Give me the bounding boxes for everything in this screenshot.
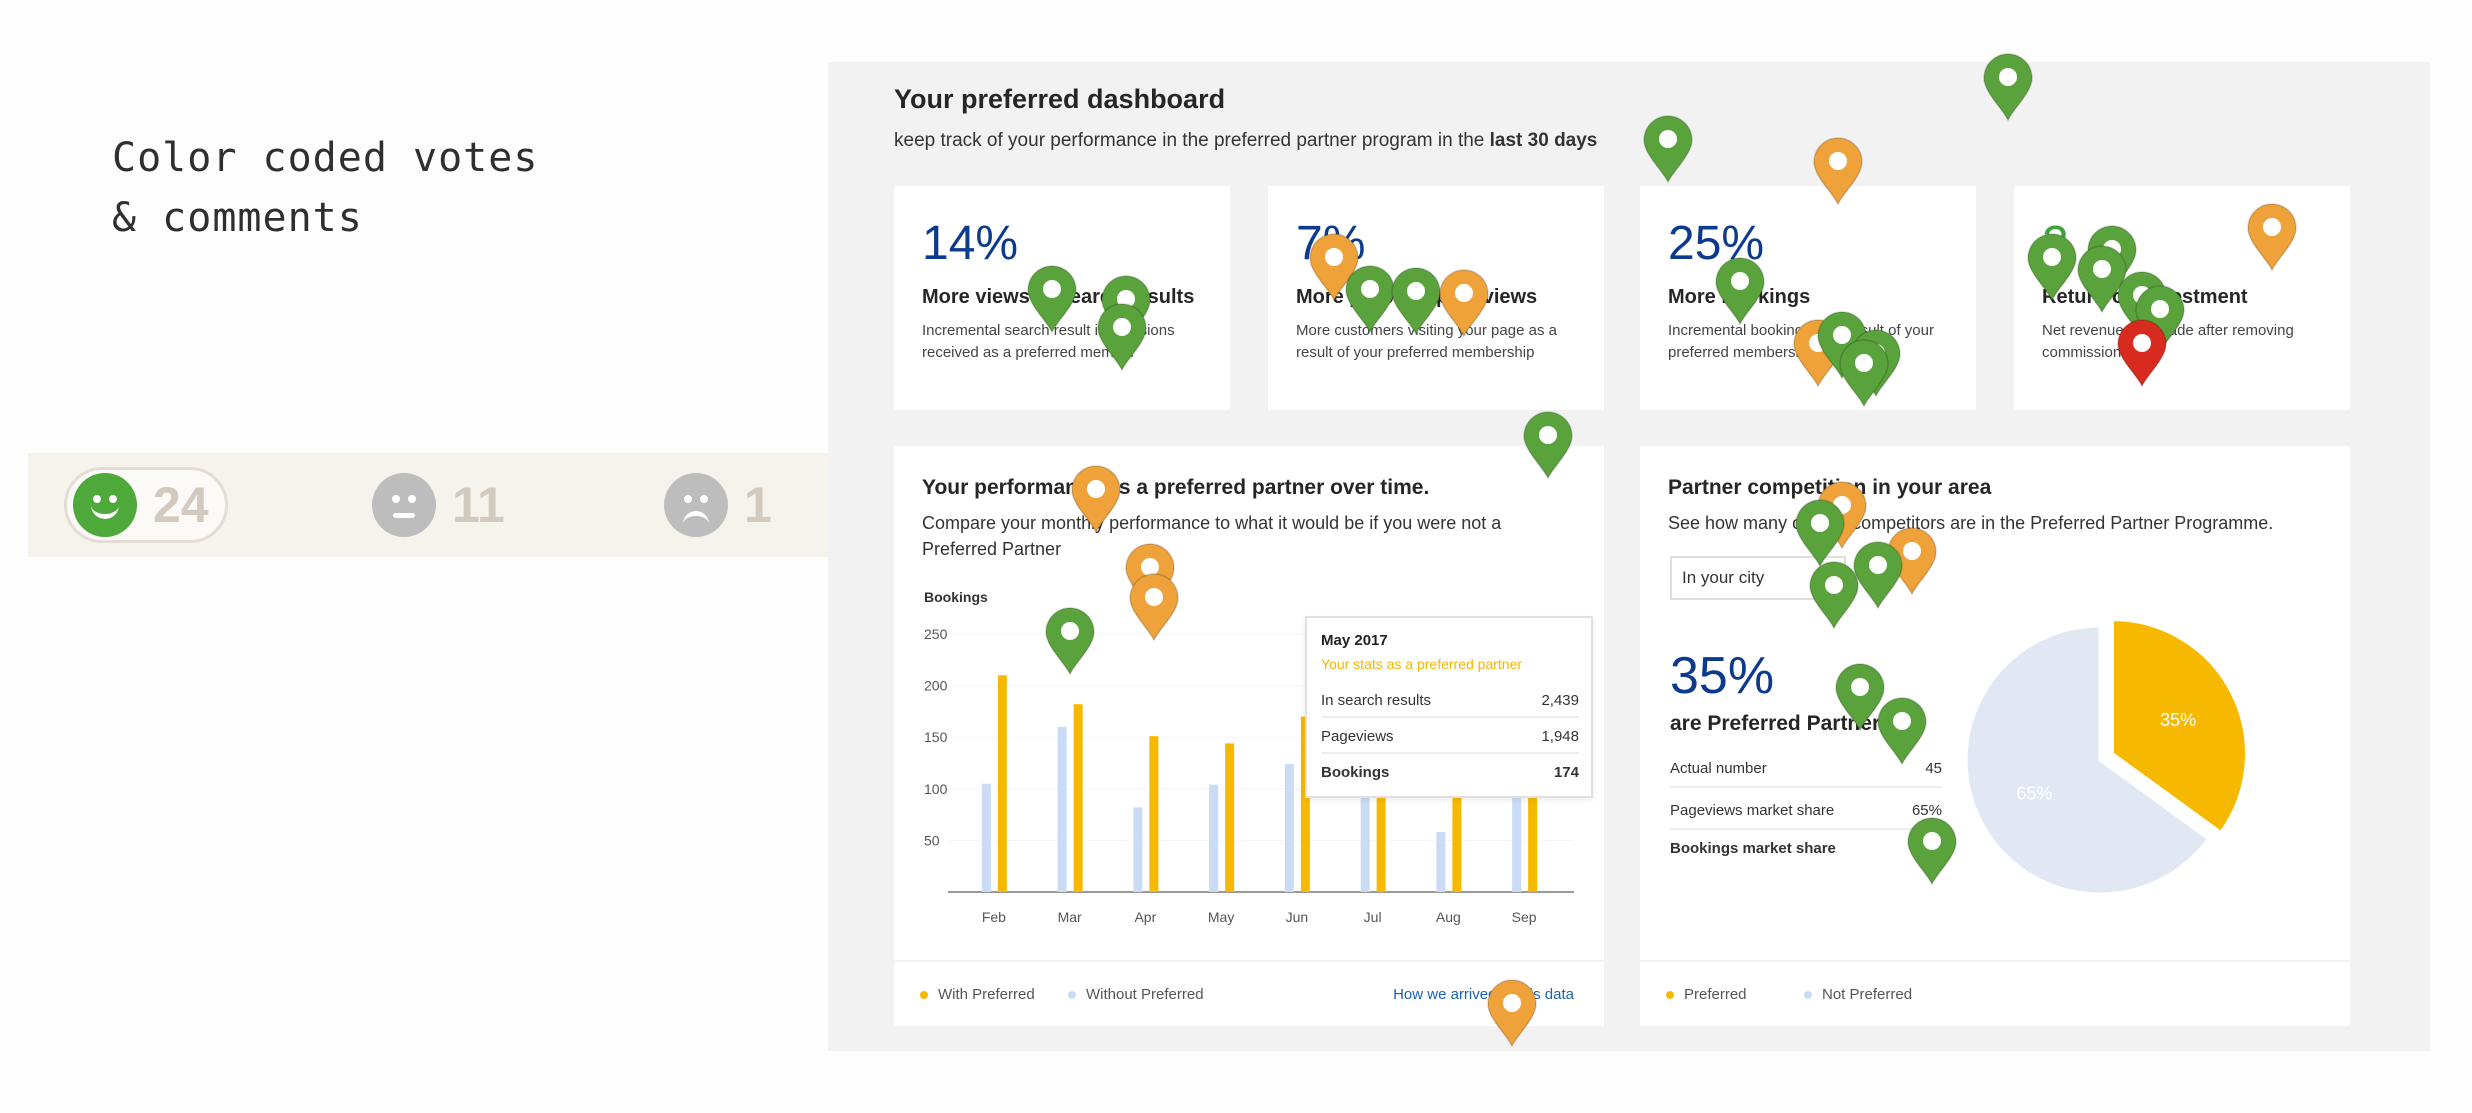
- legend-label: Preferred: [1684, 986, 1747, 1003]
- legend-label: Without Preferred: [1086, 986, 1204, 1003]
- y-tick-label: 250: [924, 626, 948, 642]
- tooltip-row: In search results 2,439: [1321, 682, 1579, 718]
- kpi-description: More customers visiting your page as a r…: [1296, 322, 1557, 361]
- bar-with-preferred[interactable]: [1225, 743, 1235, 892]
- kpi-label: More bookings: [1668, 286, 1811, 308]
- bar-without-preferred[interactable]: [1133, 807, 1143, 892]
- page-heading: Color coded votes & comments: [112, 128, 538, 248]
- legend-dot-icon: [1804, 991, 1812, 1000]
- legend-without-preferred: Without Preferred: [1068, 986, 1204, 1003]
- kpi-description: Incremental search result impressions re…: [922, 322, 1175, 361]
- x-tick-label: Feb: [982, 909, 1006, 925]
- pie-slice-label: 65%: [2016, 783, 2052, 803]
- x-tick-label: Jul: [1364, 909, 1382, 925]
- dashboard-subtitle: keep track of your performance in the pr…: [894, 130, 1597, 152]
- tooltip-row-value: 1,948: [1541, 728, 1579, 745]
- tooltip-row-label: In search results: [1321, 692, 1432, 709]
- tooltip-header: May 2017: [1321, 632, 1388, 649]
- heading-line-2: & comments: [112, 195, 363, 241]
- kpi-description: Incremental bookings as a result of your…: [1668, 322, 1934, 361]
- tooltip-row-label: Bookings: [1321, 764, 1390, 781]
- vote-happy-count: 24: [153, 477, 209, 533]
- kpi-value: 25%: [1668, 217, 1765, 270]
- y-tick-label: 50: [924, 832, 940, 848]
- bar-without-preferred[interactable]: [981, 783, 991, 892]
- y-tick-label: 100: [924, 781, 948, 797]
- legend-label: With Preferred: [938, 986, 1035, 1003]
- legend-dot-icon: [1666, 991, 1674, 1000]
- preferred-pie-chart: 65% 35%: [1964, 618, 2248, 896]
- smile-face-icon: [73, 473, 137, 537]
- vote-sad-button[interactable]: 1: [664, 467, 772, 543]
- x-tick-label: May: [1208, 909, 1234, 925]
- kpi-label: More property pageviews: [1296, 286, 1538, 308]
- kpi-card-pageviews: 7% More property pageviews More customer…: [1268, 186, 1604, 410]
- tooltip-row: Bookings 174: [1321, 754, 1579, 790]
- x-tick-label: Jun: [1286, 909, 1309, 925]
- pie-slice-label: 35%: [2160, 710, 2196, 730]
- tooltip-subheader: Your stats as a preferred partner: [1321, 656, 1523, 672]
- tooltip-row-value: 2,439: [1541, 692, 1579, 709]
- bar-without-preferred[interactable]: [1057, 726, 1067, 892]
- tooltip-row-value: 174: [1553, 764, 1579, 781]
- dashboard-subtitle-period: last 30 days: [1489, 130, 1598, 151]
- tooltip-row: Pageviews 1,948: [1321, 718, 1579, 754]
- kpi-value: 7%: [1296, 217, 1366, 270]
- competition-legend: Preferred Not Preferred: [1640, 960, 2350, 1026]
- x-tick-label: Aug: [1436, 909, 1461, 925]
- legend-label: Not Preferred: [1822, 986, 1913, 1003]
- neutral-face-icon: [372, 473, 436, 537]
- x-tick-label: Mar: [1058, 909, 1082, 925]
- dashboard-screenshot: Your preferred dashboard keep track of y…: [828, 62, 2430, 1051]
- vote-neutral-count: 11: [452, 477, 505, 533]
- dashboard-subtitle-text: keep track of your performance in the pr…: [894, 130, 1490, 151]
- performance-legend: With Preferred Without Preferred How we …: [894, 960, 1604, 1026]
- bar-without-preferred[interactable]: [1209, 784, 1219, 892]
- bar-without-preferred[interactable]: [1284, 764, 1294, 892]
- chart-tooltip: May 2017 Your stats as a preferred partn…: [1305, 616, 1593, 798]
- kpi-description: Net revenue you made after removing comm…: [2042, 322, 2294, 361]
- kpi-label: More views in search results: [922, 286, 1195, 308]
- kpi-card-bookings: 25% More bookings Incremental bookings a…: [1640, 186, 1976, 410]
- y-tick-label: 150: [924, 729, 948, 745]
- performance-card: Your performance as a preferred partner …: [894, 446, 1604, 1026]
- kpi-card-roi: 2 Return on investment Net revenue you m…: [2014, 186, 2350, 410]
- kpi-label: Return on investment: [2042, 286, 2248, 308]
- legend-not-preferred: Not Preferred: [1804, 986, 1912, 1003]
- heading-line-1: Color coded votes: [112, 135, 539, 181]
- legend-with-preferred: With Preferred: [920, 986, 1035, 1003]
- bar-with-preferred[interactable]: [997, 675, 1007, 892]
- legend-dot-icon: [920, 991, 928, 1000]
- kpi-card-search-views: 14% More views in search results Increme…: [894, 186, 1230, 410]
- y-axis-title: Bookings: [924, 589, 988, 605]
- legend-preferred: Preferred: [1666, 986, 1747, 1003]
- legend-dot-icon: [1068, 991, 1076, 1000]
- vote-sad-count: 1: [744, 477, 772, 533]
- y-tick-label: 200: [924, 678, 948, 694]
- tooltip-row-label: Pageviews: [1321, 728, 1394, 745]
- kpi-value: 14%: [922, 217, 1019, 270]
- sad-face-icon: [664, 473, 728, 537]
- bar-without-preferred[interactable]: [1436, 832, 1446, 892]
- bar-with-preferred[interactable]: [1073, 704, 1083, 892]
- competition-card: Partner competition in your area See how…: [1640, 446, 2350, 1026]
- vote-bar: 24 11 1: [28, 453, 840, 557]
- dashboard-title: Your preferred dashboard: [894, 84, 1226, 114]
- x-tick-label: Apr: [1134, 909, 1156, 925]
- methodology-link[interactable]: How we arrived at this data: [1393, 986, 1574, 1003]
- vote-neutral-button[interactable]: 11: [372, 467, 505, 543]
- vote-happy-button[interactable]: 24: [64, 467, 228, 543]
- x-tick-label: Sep: [1512, 909, 1537, 925]
- kpi-value: 2: [2042, 217, 2069, 270]
- bar-with-preferred[interactable]: [1149, 736, 1159, 892]
